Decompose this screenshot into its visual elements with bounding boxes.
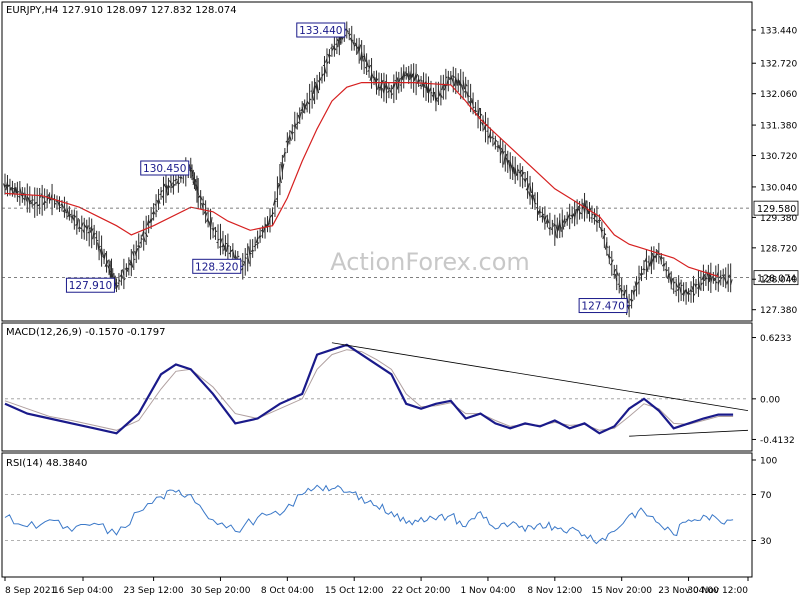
chart-window: ActionForex.com EURJPY,H4 127.910 128.09…	[0, 0, 800, 600]
price-bar-close	[644, 269, 646, 270]
price-bar-open	[618, 284, 620, 285]
price-header: EURJPY,H4 127.910 128.097 127.832 128.07…	[6, 5, 237, 16]
price-bar-close	[473, 107, 475, 108]
chart-canvas: ActionForex.com EURJPY,H4 127.910 128.09…	[0, 0, 800, 600]
price-y-tick-label: 129.380	[760, 214, 797, 224]
x-tick-label: 8 Sep 2021	[5, 586, 56, 596]
price-bar-open	[65, 212, 67, 213]
price-bar-close	[216, 231, 218, 232]
price-bar-open	[214, 236, 216, 237]
price-y-tick-label: 133.440	[760, 27, 797, 37]
price-bar-open	[80, 228, 82, 229]
x-tick-label: 15 Nov 20:00	[591, 586, 652, 596]
macd-title: MACD(12,26,9) -0.1570 -0.1797	[6, 327, 166, 338]
price-bar-close	[228, 246, 230, 247]
rsi-y-tick-label: 30	[760, 537, 772, 547]
price-bar-open	[78, 228, 80, 229]
price-bar-close	[97, 240, 99, 241]
x-tick-label: 8 Oct 04:00	[261, 586, 314, 596]
x-tick-label: 16 Sep 04:00	[53, 586, 113, 596]
price-y-tick-label: 128.720	[760, 244, 797, 254]
price-bar-close	[12, 188, 14, 189]
price-y-tick-label: 128.040	[760, 276, 797, 286]
watermark: ActionForex.com	[330, 248, 530, 276]
price-callout-label: 128.320	[195, 261, 238, 273]
rsi-y-tick-label: 70	[760, 491, 772, 501]
macd-y-tick-label: -0.4132	[760, 436, 795, 446]
x-tick-label: 8 Nov 12:00	[527, 586, 582, 596]
rsi-panel-frame	[2, 453, 752, 577]
price-callout-label: 127.470	[581, 301, 624, 313]
price-bar-open	[496, 147, 498, 148]
x-tick-label: 1 Nov 04:00	[460, 586, 515, 596]
x-tick-label: 30 Nov 12:00	[687, 586, 748, 596]
price-bar-open	[576, 210, 578, 211]
rsi-y-tick-label: 100	[760, 457, 777, 467]
price-bar-open	[190, 170, 192, 171]
price-callout-label: 130.450	[143, 163, 186, 175]
price-bar-open	[335, 44, 337, 45]
price-y-tick-label: 130.040	[760, 183, 797, 193]
price-y-tick-label: 130.720	[760, 152, 797, 162]
x-tick-label: 23 Sep 12:00	[124, 586, 184, 596]
price-bar-close	[602, 230, 604, 231]
price-y-tick-label: 132.060	[760, 90, 797, 100]
rsi-title: RSI(14) 48.3840	[6, 458, 87, 469]
price-bar-open	[363, 56, 365, 57]
macd-y-tick-label: 0.6233	[760, 334, 792, 344]
price-y-tick-label: 131.380	[760, 122, 797, 132]
price-bar-open	[293, 126, 295, 127]
x-tick-label: 30 Sep 20:00	[190, 586, 250, 596]
price-bar-close	[599, 220, 601, 221]
price-bar-close	[550, 228, 552, 229]
price-bar-open	[212, 229, 214, 230]
price-callout-label: 127.910	[69, 280, 112, 292]
x-tick-label: 22 Oct 20:00	[392, 586, 451, 596]
price-y-tick-label: 127.380	[760, 306, 797, 316]
price-bar-open	[491, 137, 493, 138]
x-tick-label: 15 Oct 12:00	[325, 586, 384, 596]
price-bar-open	[271, 215, 273, 216]
price-bar-open	[551, 229, 553, 230]
macd-y-tick-label: 0.00	[760, 395, 780, 405]
price-callout-label: 133.440	[299, 25, 342, 37]
price-y-tick-label: 132.720	[760, 60, 797, 70]
